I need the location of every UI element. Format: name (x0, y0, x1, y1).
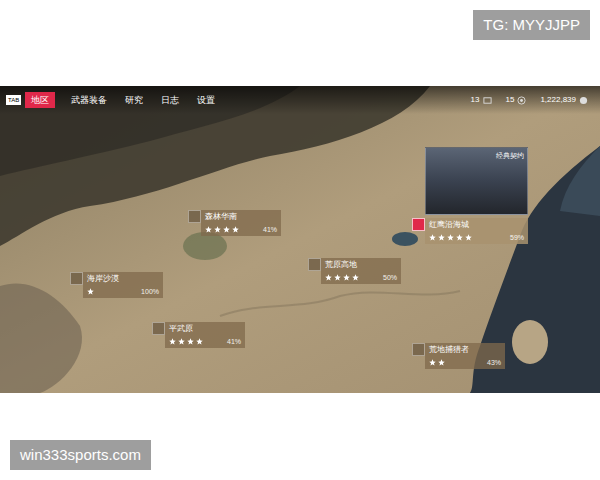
star-icon (187, 338, 194, 345)
page: TG: MYYJJPP TAB 地区武器装备研究日志设置 13 15 1,222,839 森… (0, 0, 600, 480)
region-label: 森林华南 41% (201, 210, 281, 236)
nav-tab[interactable]: 武器装备 (69, 92, 109, 108)
star-icon (334, 274, 341, 281)
contract-preview[interactable]: 经典契约 (425, 147, 528, 215)
nav-tab[interactable]: 日志 (159, 92, 181, 108)
game-screen: TAB 地区武器装备研究日志设置 13 15 1,222,839 森林华南 41% 海岸沙漠 1… (0, 86, 600, 393)
star-icon (352, 274, 359, 281)
watermark-bottom: win333sports.com (10, 440, 151, 470)
resource-counter: 15 (506, 95, 527, 105)
preview-title: 经典契约 (496, 151, 524, 160)
region-stars (205, 226, 239, 233)
region-progress: 50% (383, 273, 397, 282)
resource-counter: 1,222,839 (540, 95, 588, 105)
region-progress: 59% (510, 233, 524, 242)
region-marker[interactable]: 经典契约红鹰沿海城59% (412, 218, 528, 244)
tab-key: TAB (6, 95, 21, 105)
star-icon (169, 338, 176, 345)
region-progress: 41% (263, 225, 277, 234)
token-icon (517, 96, 526, 105)
star-icon (429, 359, 436, 366)
region-label: 经典契约红鹰沿海城59% (425, 218, 528, 244)
region-label: 海岸沙漠 100% (83, 272, 163, 298)
star-icon (178, 338, 185, 345)
star-icon (429, 234, 436, 241)
star-icon (196, 338, 203, 345)
region-label: 平武原 41% (165, 322, 245, 348)
region-progress: 41% (227, 337, 241, 346)
region-marker[interactable]: 海岸沙漠 100% (70, 272, 163, 298)
region-marker[interactable]: 平武原 41% (152, 322, 245, 348)
nav-tab[interactable]: 设置 (195, 92, 217, 108)
region-name: 海岸沙漠 (87, 274, 159, 284)
intel-icon (483, 96, 492, 105)
top-bar: TAB 地区武器装备研究日志设置 13 15 1,222,839 (0, 86, 600, 114)
region-icon (188, 210, 201, 223)
star-icon (447, 234, 454, 241)
region-stars (429, 234, 472, 241)
star-icon (325, 274, 332, 281)
region-progress: 43% (487, 358, 501, 367)
star-icon (214, 226, 221, 233)
region-stars (169, 338, 203, 345)
region-name: 荒原高地 (325, 260, 397, 270)
region-progress: 100% (141, 287, 159, 296)
star-icon (438, 359, 445, 366)
watermark-top: TG: MYYJJPP (473, 10, 590, 40)
region-icon (70, 272, 83, 285)
region-icon (412, 218, 425, 231)
region-name: 森林华南 (205, 212, 277, 222)
nav-tab[interactable]: 研究 (123, 92, 145, 108)
region-icon (412, 343, 425, 356)
region-marker[interactable]: 荒原高地 50% (308, 258, 401, 284)
region-name: 荒地捕猎者 (429, 345, 501, 355)
region-marker[interactable]: 荒地捕猎者 43% (412, 343, 505, 369)
coin-icon (579, 96, 588, 105)
star-icon (465, 234, 472, 241)
star-icon (456, 234, 463, 241)
region-icon (152, 322, 165, 335)
star-icon (223, 226, 230, 233)
region-name: 平武原 (169, 324, 241, 334)
region-stars (87, 288, 94, 295)
region-stars (325, 274, 359, 281)
star-icon (87, 288, 94, 295)
region-name: 红鹰沿海城 (429, 220, 524, 230)
region-label: 荒原高地 50% (321, 258, 401, 284)
star-icon (232, 226, 239, 233)
star-icon (205, 226, 212, 233)
region-label: 荒地捕猎者 43% (425, 343, 505, 369)
region-icon (308, 258, 321, 271)
region-stars (429, 359, 445, 366)
star-icon (438, 234, 445, 241)
resource-counter: 13 (471, 95, 492, 105)
star-icon (343, 274, 350, 281)
region-marker[interactable]: 森林华南 41% (188, 210, 281, 236)
nav-tab[interactable]: 地区 (25, 92, 55, 108)
